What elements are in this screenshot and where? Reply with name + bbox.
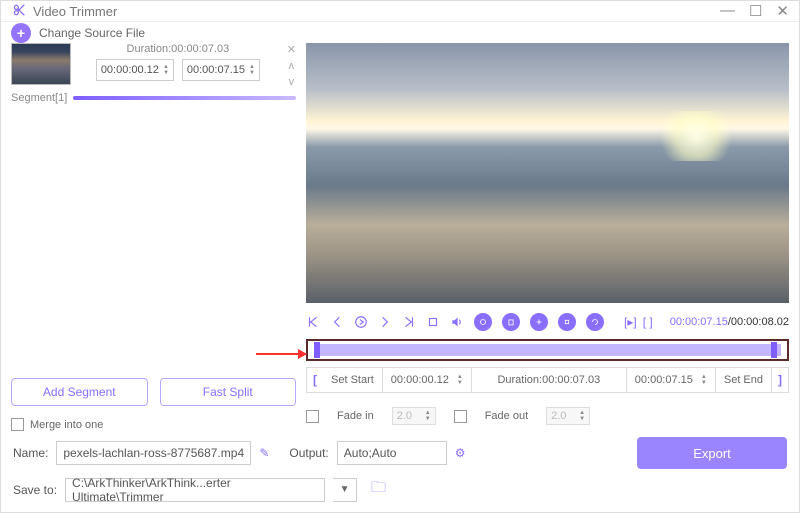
prev-frame-icon[interactable]	[330, 315, 344, 329]
add-source-button[interactable]: +	[11, 23, 31, 43]
set-end-button[interactable]: Set End	[716, 368, 772, 392]
timeline[interactable]	[306, 339, 789, 361]
mark-in-icon[interactable]: [▸]	[624, 315, 637, 329]
merge-label: Merge into one	[30, 419, 103, 431]
volume-icon[interactable]	[450, 315, 464, 329]
left-panel: Duration:00:00:07.03 00:00:00.12 ▲▼ 00:0…	[11, 43, 296, 431]
next-frame-icon[interactable]	[378, 315, 392, 329]
fade-in-input[interactable]: 2.0 ▲▼	[392, 407, 436, 425]
save-path-dropdown[interactable]: ▼	[333, 478, 357, 502]
fade-out-checkbox[interactable]	[454, 410, 467, 423]
spinner-icon[interactable]: ▲▼	[579, 410, 585, 422]
video-preview[interactable]	[306, 43, 789, 303]
segment-panel: Duration:00:00:07.03 00:00:00.12 ▲▼ 00:0…	[11, 43, 296, 88]
move-up-icon[interactable]: ʌ	[289, 60, 295, 72]
playback-time: 00:00:07.15/00:00:08.02	[670, 316, 789, 328]
minimize-button[interactable]: —	[720, 2, 735, 20]
change-source-label[interactable]: Change Source File	[39, 26, 145, 40]
output-input[interactable]: Auto;Auto	[337, 441, 447, 465]
export-button[interactable]: Export	[637, 437, 787, 469]
trim-start-input[interactable]: 00:00:00.12 ▲▼	[383, 368, 472, 392]
timeline-end-handle[interactable]	[771, 342, 777, 358]
segment-thumbnail[interactable]	[11, 43, 71, 85]
spinner-icon[interactable]: ▲▼	[249, 64, 255, 76]
snapshot-icon[interactable]	[474, 313, 492, 331]
set-start-bracket-icon[interactable]: [	[307, 373, 323, 387]
spinner-icon[interactable]: ▲▼	[701, 374, 707, 386]
stop-icon[interactable]	[426, 315, 440, 329]
fade-out-input[interactable]: 2.0 ▲▼	[546, 407, 590, 425]
play-icon[interactable]	[354, 315, 368, 329]
app-icon	[11, 2, 27, 21]
edit-icon[interactable]: ✎	[259, 446, 269, 460]
close-button[interactable]: ✕	[776, 2, 789, 20]
segment-label: Segment[1]	[11, 92, 67, 104]
name-label: Name:	[13, 446, 48, 460]
main-area: Duration:00:00:07.03 00:00:00.12 ▲▼ 00:0…	[1, 43, 799, 431]
skip-end-icon[interactable]	[402, 315, 416, 329]
save-path-input[interactable]: C:\ArkThinker\ArkThink...erter Ultimate\…	[65, 478, 325, 502]
spinner-icon[interactable]: ▲▼	[457, 374, 463, 386]
titlebar: Video Trimmer — ☐ ✕	[1, 1, 799, 22]
merge-checkbox[interactable]	[11, 418, 24, 431]
segment-duration-label: Duration:00:00:07.03	[127, 43, 230, 55]
maximize-button[interactable]: ☐	[749, 2, 762, 20]
refresh-icon[interactable]	[586, 313, 604, 331]
save-to-label: Save to:	[13, 483, 57, 497]
skip-start-icon[interactable]	[306, 315, 320, 329]
segment-start-input[interactable]: 00:00:00.12 ▲▼	[96, 59, 174, 81]
segment-progress-bar	[73, 96, 296, 100]
fast-split-button[interactable]: Fast Split	[160, 378, 297, 406]
delete-icon[interactable]	[502, 313, 520, 331]
add-segment-button[interactable]: Add Segment	[11, 378, 148, 406]
name-input[interactable]: pexels-lachlan-ross-8775687.mp4	[56, 441, 251, 465]
app-title: Video Trimmer	[33, 4, 117, 19]
callout-arrow	[256, 353, 306, 355]
spinner-icon[interactable]: ▲▼	[425, 410, 431, 422]
fade-out-label: Fade out	[485, 410, 528, 422]
set-end-bracket-icon[interactable]: ]	[772, 373, 788, 387]
app-window: Video Trimmer — ☐ ✕ + Change Source File…	[0, 0, 800, 513]
fade-controls: Fade in 2.0 ▲▼ Fade out 2.0 ▲▼	[306, 401, 789, 431]
set-start-button[interactable]: Set Start	[323, 368, 383, 392]
trim-duration-label: Duration:00:00:07.03	[472, 368, 627, 392]
fade-in-label: Fade in	[337, 410, 374, 422]
copy-icon[interactable]	[558, 313, 576, 331]
segment-end-input[interactable]: 00:00:07.15 ▲▼	[182, 59, 260, 81]
remove-segment-icon[interactable]: ✕	[287, 43, 296, 56]
timeline-start-handle[interactable]	[314, 342, 320, 358]
trim-end-input[interactable]: 00:00:07.15 ▲▼	[627, 368, 716, 392]
gear-icon[interactable]: ⚙	[455, 446, 466, 460]
fade-in-checkbox[interactable]	[306, 410, 319, 423]
output-label: Output:	[289, 446, 328, 460]
move-down-icon[interactable]: v	[289, 76, 295, 88]
open-folder-icon[interactable]: 🗀	[371, 477, 386, 502]
toolbar: + Change Source File	[1, 22, 799, 43]
playback-bar: [▸] [ ] 00:00:07.15/00:00:08.02	[306, 307, 789, 337]
mark-out-icon[interactable]: [ ]	[643, 315, 653, 329]
trim-controls: [ Set Start 00:00:00.12 ▲▼ Duration:00:0…	[306, 367, 789, 393]
right-panel: [▸] [ ] 00:00:07.15/00:00:08.02 [ Set St…	[306, 43, 789, 431]
bottom-panel: Name: pexels-lachlan-ross-8775687.mp4 ✎ …	[1, 431, 799, 512]
spinner-icon[interactable]: ▲▼	[163, 64, 169, 76]
add-icon[interactable]	[530, 313, 548, 331]
